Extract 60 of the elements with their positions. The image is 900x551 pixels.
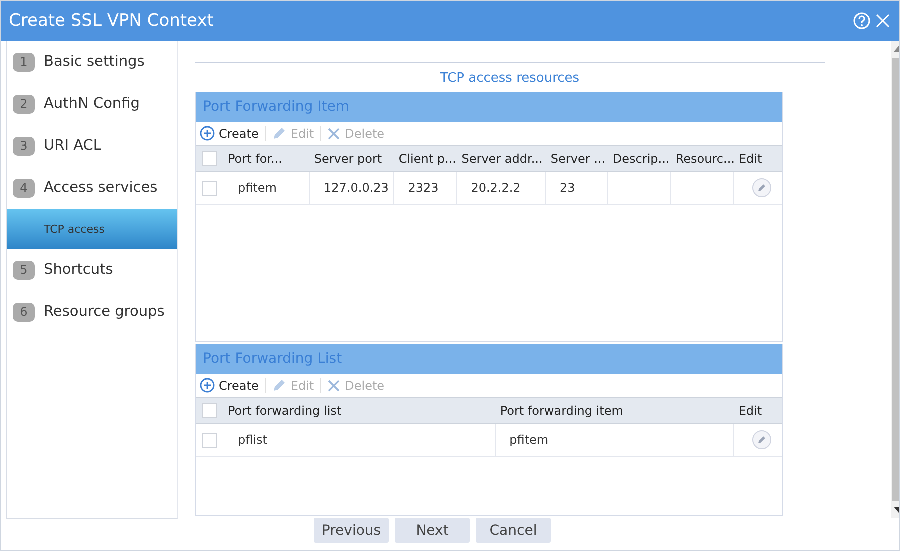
substep-item[interactable]: TCP access — [7, 209, 177, 249]
step-label: Basic settings — [44, 54, 145, 70]
table-cell: 20.2.2.2 — [471, 181, 521, 195]
step-number: 1 — [13, 52, 35, 72]
step-number: 3 — [13, 136, 35, 156]
column-header: Edit — [738, 152, 762, 166]
pencil-icon — [272, 378, 287, 393]
column-header: Resourc... — [676, 152, 735, 166]
step-label: Shortcuts — [44, 262, 114, 278]
footer-button[interactable]: Previous — [314, 518, 389, 543]
step-number: 6 — [13, 302, 35, 322]
edit-icon[interactable] — [752, 430, 772, 450]
column-header: Server ... — [550, 152, 606, 166]
column-header: Port for... — [228, 152, 282, 166]
step-item[interactable]: 2 AuthN Config — [7, 83, 177, 125]
edit-icon[interactable] — [752, 178, 772, 198]
table-cell: pfitem — [238, 181, 277, 195]
window-title: Create SSL VPN Context — [9, 11, 214, 31]
table-cell: 127.0.0.23 — [324, 181, 389, 195]
plus-icon — [200, 378, 215, 393]
panel-title: Port Forwarding List — [203, 351, 342, 367]
footer-button[interactable]: Cancel — [476, 518, 551, 543]
step-label: URI ACL — [44, 138, 102, 154]
help-icon[interactable] — [853, 12, 871, 30]
select-all-checkbox[interactable] — [202, 151, 217, 166]
step-item[interactable]: 1 Basic settings — [7, 41, 177, 83]
table-cell: pflist — [238, 433, 268, 447]
step-item[interactable]: 3 URI ACL — [7, 125, 177, 167]
delete-icon — [327, 126, 342, 140]
plus-icon — [200, 126, 215, 141]
footer-button[interactable]: Next — [395, 518, 470, 543]
step-number: 5 — [13, 260, 35, 280]
step-label: AuthN Config — [44, 96, 140, 112]
column-header: Client p... — [398, 152, 456, 166]
column-header: Port forwarding item — [500, 404, 624, 418]
column-header: Server addr... — [462, 152, 543, 166]
toolbar-button[interactable]: Create — [200, 126, 259, 141]
column-header: Descrip... — [612, 152, 670, 166]
toolbar-button[interactable]: Create — [200, 378, 259, 393]
close-icon[interactable] — [875, 13, 891, 29]
panel-title: Port Forwarding Item — [203, 99, 350, 115]
section-title: TCP access resources — [439, 71, 581, 86]
row-checkbox[interactable] — [202, 432, 217, 448]
step-label: Resource groups — [44, 304, 165, 320]
table-cell: 23 — [560, 181, 576, 195]
step-item[interactable]: 4 Access services — [7, 167, 177, 209]
column-header: Port forwarding list — [228, 404, 342, 418]
pencil-icon — [272, 126, 287, 141]
step-item[interactable]: 6 Resource groups — [7, 291, 177, 333]
step-label: Access services — [44, 180, 158, 196]
row-checkbox[interactable] — [202, 180, 217, 196]
select-all-checkbox[interactable] — [202, 403, 217, 418]
step-number: 2 — [13, 94, 35, 114]
column-header: Edit — [738, 404, 762, 418]
table-cell: pfitem — [510, 433, 549, 447]
step-number: 4 — [13, 178, 35, 198]
column-header: Server port — [314, 152, 382, 166]
delete-icon — [327, 378, 342, 392]
step-item[interactable]: 5 Shortcuts — [7, 249, 177, 291]
table-cell: 2323 — [408, 181, 439, 195]
